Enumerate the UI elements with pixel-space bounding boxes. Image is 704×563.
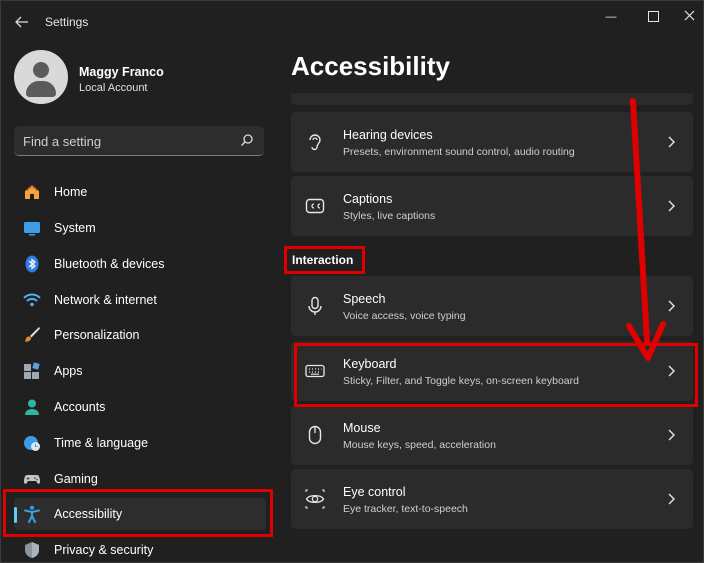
sidebar-item-label: Privacy & security (54, 543, 154, 557)
microphone-icon (308, 296, 322, 315)
maximize-button[interactable] (633, 5, 673, 27)
apps-icon (24, 362, 40, 379)
interaction-highlight-box (284, 246, 365, 274)
card-mouse[interactable]: Mouse Mouse keys, speed, acceleration (291, 405, 693, 465)
accounts-icon (25, 399, 39, 415)
close-icon (684, 10, 694, 21)
card-hearing-devices[interactable]: Hearing devices Presets, environment sou… (291, 112, 693, 172)
card-subtitle: Presets, environment sound control, audi… (343, 146, 575, 158)
bluetooth-icon (25, 255, 39, 273)
chevron-right-icon (668, 493, 675, 505)
sidebar-item-time-language[interactable]: Time & language (14, 427, 266, 459)
card-subtitle: Mouse keys, speed, acceleration (343, 439, 496, 451)
card-title: Eye control (343, 485, 406, 499)
sidebar-item-label: Personalization (54, 328, 140, 342)
keyboard-highlight-box (294, 343, 698, 407)
avatar-body (26, 81, 56, 97)
page-title: Accessibility (291, 51, 450, 81)
sidebar-item-label: Accounts (54, 400, 106, 414)
chevron-right-icon (668, 429, 675, 441)
card-subtitle: Voice access, voice typing (343, 310, 466, 322)
sidebar-item-bluetooth[interactable]: Bluetooth & devices (14, 248, 266, 280)
accessibility-highlight-box (3, 489, 273, 537)
card-title: Hearing devices (343, 128, 433, 142)
minimize-button[interactable]: — (591, 5, 631, 27)
chevron-right-icon (668, 136, 675, 148)
sidebar-item-label: Home (54, 185, 88, 199)
sidebar-item-label: Time & language (54, 436, 149, 450)
settings-window: Settings — Maggy Franco Local Account Ho… (0, 0, 704, 563)
wifi-icon (23, 293, 41, 307)
sidebar-item-system[interactable]: System (14, 212, 266, 244)
card-eye-control[interactable]: Eye control Eye tracker, text-to-speech (291, 469, 693, 529)
hearing-icon (309, 134, 321, 151)
card-title: Speech (343, 292, 386, 306)
brush-icon (25, 327, 40, 342)
card-speech[interactable]: Speech Voice access, voice typing (291, 276, 693, 336)
sidebar-item-label: Network & internet (54, 293, 157, 307)
card-title: Captions (343, 192, 393, 206)
sidebar-item-accounts[interactable]: Accounts (14, 391, 266, 423)
back-button[interactable] (9, 9, 35, 35)
search-box[interactable] (14, 126, 264, 156)
card-title: Mouse (343, 421, 381, 435)
sidebar-item-network[interactable]: Network & internet (14, 284, 266, 316)
time-language-icon (24, 436, 40, 451)
card-subtitle: Styles, live captions (343, 210, 436, 222)
user-name: Maggy Franco (79, 65, 164, 79)
mouse-icon (308, 425, 322, 445)
sidebar-item-apps[interactable]: Apps (14, 355, 266, 387)
card-subtitle: Eye tracker, text-to-speech (343, 503, 468, 515)
sidebar-item-personalization[interactable]: Personalization (14, 319, 266, 351)
previous-card-partial (291, 93, 693, 105)
app-title: Settings (45, 15, 89, 29)
chevron-right-icon (668, 300, 675, 312)
sidebar-item-label: System (54, 221, 96, 235)
eye-icon (305, 489, 325, 509)
gamepad-icon (24, 475, 40, 484)
system-icon (24, 222, 40, 236)
sidebar-item-privacy[interactable]: Privacy & security (14, 534, 266, 562)
captions-icon (305, 198, 325, 214)
title-bar: Settings — (1, 1, 703, 43)
minimize-icon: — (605, 11, 617, 23)
avatar[interactable] (14, 50, 68, 104)
search-icon[interactable] (240, 133, 254, 147)
close-button[interactable] (669, 5, 703, 27)
search-input[interactable] (23, 132, 223, 150)
card-captions[interactable]: Captions Styles, live captions (291, 176, 693, 236)
chevron-right-icon (668, 200, 675, 212)
maximize-icon (647, 11, 659, 22)
shield-icon (25, 542, 39, 558)
sidebar-item-home[interactable]: Home (14, 176, 266, 208)
sidebar-item-label: Gaming (54, 472, 98, 486)
sidebar-item-label: Bluetooth & devices (54, 257, 165, 271)
home-icon (25, 185, 39, 199)
back-arrow-icon (15, 16, 28, 28)
sidebar-item-label: Apps (54, 364, 83, 378)
account-type: Local Account (79, 82, 148, 94)
avatar-head (33, 62, 49, 78)
